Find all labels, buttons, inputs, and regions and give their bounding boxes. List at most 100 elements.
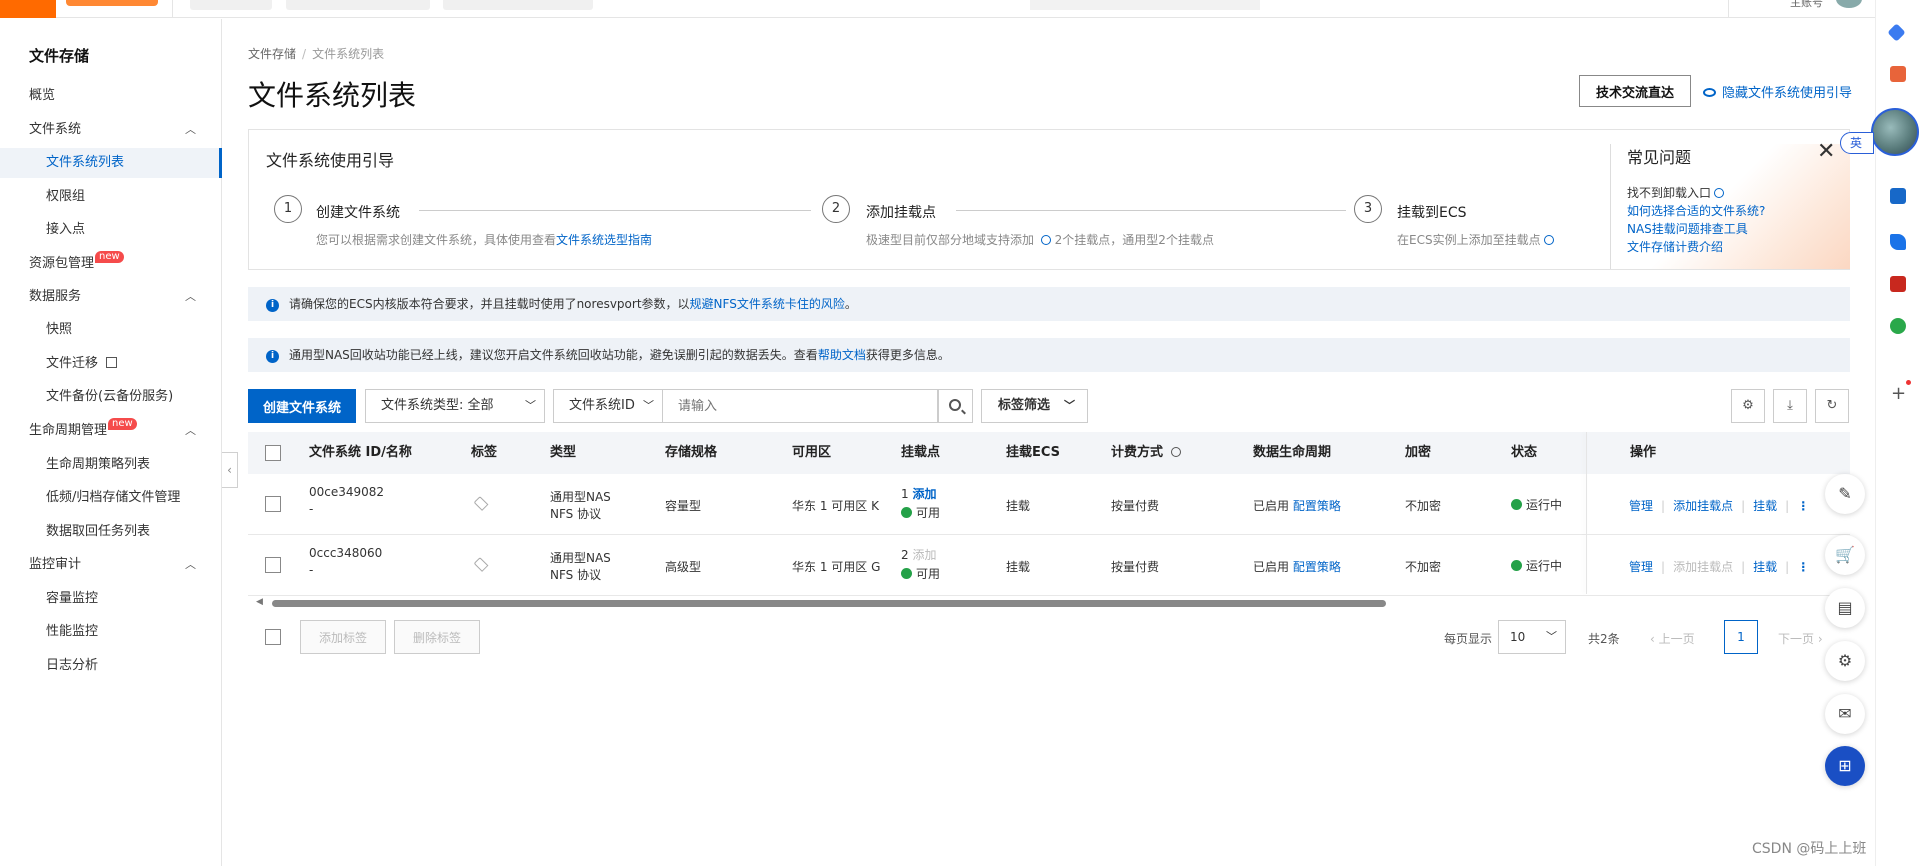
home-menu-icon[interactable]: [0, 0, 56, 18]
search-button[interactable]: [938, 389, 973, 423]
selection-guide-link[interactable]: 文件系统选型指南: [556, 233, 652, 247]
select-all-checkbox[interactable]: [265, 629, 281, 645]
select-value: 全部: [467, 398, 494, 413]
tag-icon[interactable]: [473, 557, 489, 572]
sidebar-item-snapshot[interactable]: 快照: [0, 315, 220, 345]
settings-icon[interactable]: ⚙: [1731, 389, 1765, 423]
help-doc-link[interactable]: 帮助文档: [818, 348, 866, 362]
next-page-button[interactable]: 下一页 ›: [1778, 630, 1823, 647]
top-nav-tab[interactable]: [286, 0, 430, 10]
manage-link[interactable]: 管理: [1629, 499, 1653, 513]
sidebar-group-file-system[interactable]: 文件系统 ︿: [0, 115, 220, 145]
account-label[interactable]: 主账号: [1790, 0, 1823, 10]
eye-off-icon: [1703, 88, 1716, 97]
help-icon[interactable]: [1170, 447, 1181, 457]
file-system-id-link[interactable]: 00ce349082: [309, 485, 384, 499]
user-avatar[interactable]: [1836, 0, 1862, 8]
sidebar-collapse-button[interactable]: ‹: [222, 452, 238, 488]
chat-app-icon[interactable]: [1890, 318, 1906, 334]
search-input[interactable]: [663, 389, 938, 423]
mount-link[interactable]: 挂载: [1753, 499, 1777, 513]
faq-item[interactable]: 找不到卸载入口: [1627, 184, 1725, 201]
faq-item[interactable]: 如何选择合适的文件系统?: [1627, 202, 1765, 219]
file-system-type-select[interactable]: 文件系统类型: 全部 ﹀: [365, 389, 545, 423]
edit-icon[interactable]: ✎: [1825, 474, 1865, 514]
cart-icon[interactable]: 🛒: [1825, 535, 1865, 575]
more-icon[interactable]: ⋮: [1797, 499, 1809, 513]
brand-logo[interactable]: [66, 0, 158, 6]
column-header[interactable]: 计费方式: [1111, 432, 1181, 474]
apps-grid-icon[interactable]: ⊞: [1825, 746, 1865, 786]
manage-link[interactable]: 管理: [1629, 560, 1653, 574]
create-file-system-button[interactable]: 创建文件系统: [248, 389, 356, 423]
sidebar-item-archive-files[interactable]: 低频/归档存储文件管理: [0, 483, 220, 513]
refresh-icon[interactable]: ↻: [1815, 389, 1849, 423]
sidebar-item-file-system-list[interactable]: 文件系统列表: [0, 148, 222, 178]
mount-link[interactable]: 挂载: [1753, 560, 1777, 574]
sidebar-item-permission-group[interactable]: 权限组: [0, 182, 220, 212]
faq-item[interactable]: NAS挂载问题排查工具: [1627, 220, 1748, 237]
search-field-select[interactable]: 文件系统ID ﹀: [553, 389, 663, 423]
tech-exchange-button[interactable]: 技术交流直达: [1579, 75, 1691, 107]
add-tag-button[interactable]: 添加标签: [300, 620, 386, 654]
top-nav-tab[interactable]: [190, 0, 272, 10]
sidebar-item-log-analysis[interactable]: 日志分析: [0, 651, 220, 681]
toolbox-icon[interactable]: [1890, 66, 1906, 82]
global-search-input[interactable]: [1030, 0, 1260, 10]
sidebar-item-retrieval-tasks[interactable]: 数据取回任务列表: [0, 517, 220, 547]
send-icon[interactable]: [1890, 234, 1906, 250]
configure-policy-link[interactable]: 配置策略: [1293, 560, 1341, 574]
notice-link[interactable]: 规避NFS文件系统卡住的风险: [690, 297, 845, 311]
breadcrumb-root[interactable]: 文件存储: [248, 47, 296, 61]
add-icon[interactable]: +: [1891, 383, 1906, 404]
sidebar-item-performance-monitor[interactable]: 性能监控: [0, 617, 220, 647]
top-nav-tab[interactable]: [443, 0, 593, 10]
configure-policy-link[interactable]: 配置策略: [1293, 499, 1341, 513]
sidebar-item-file-migration[interactable]: 文件迁移: [0, 349, 220, 379]
prev-page-button[interactable]: ‹ 上一页: [1650, 630, 1695, 647]
row-checkbox[interactable]: [265, 557, 281, 573]
more-icon[interactable]: ⋮: [1797, 560, 1809, 574]
download-icon[interactable]: ⤓: [1773, 389, 1807, 423]
page-size-select[interactable]: 10 ﹀: [1498, 620, 1566, 654]
sidebar-item-overview[interactable]: 概览: [0, 81, 220, 111]
tag-filter-button[interactable]: 标签筛选 ﹀: [981, 389, 1088, 423]
hide-guide-link[interactable]: 隐藏文件系统使用引导: [1703, 82, 1852, 101]
scrollbar-thumb[interactable]: [272, 600, 1386, 607]
mount-ecs-link[interactable]: 挂载: [1006, 497, 1030, 514]
sidebar-item-resource-package[interactable]: 资源包管理 new: [0, 249, 220, 279]
row-checkbox[interactable]: [265, 496, 281, 512]
scroll-left-icon[interactable]: ◀: [256, 597, 263, 607]
file-system-id-link[interactable]: 0ccc348060: [309, 546, 382, 560]
remove-tag-button[interactable]: 删除标签: [394, 620, 480, 654]
sidebar-item-file-backup[interactable]: 文件备份(云备份服务): [0, 382, 220, 412]
add-mount-link[interactable]: 添加: [912, 487, 936, 501]
mount-ecs-link[interactable]: 挂载: [1006, 558, 1030, 575]
sidebar-item-access-point[interactable]: 接入点: [0, 215, 220, 245]
page-number-current[interactable]: 1: [1724, 620, 1758, 654]
help-icon[interactable]: [1543, 235, 1554, 245]
mount-count: 1: [901, 487, 909, 501]
select-all-checkbox[interactable]: [265, 445, 281, 461]
assistant-avatar[interactable]: [1871, 108, 1919, 156]
sidebar-group-lifecycle[interactable]: 生命周期管理 new ︿: [0, 416, 220, 446]
help-icon[interactable]: [1040, 235, 1051, 245]
sidebar-group-data-service[interactable]: 数据服务 ︿: [0, 282, 220, 312]
column-header[interactable]: 文件系统 ID/名称: [309, 432, 412, 474]
sidebar-item-capacity-monitor[interactable]: 容量监控: [0, 584, 220, 614]
feedback-icon[interactable]: ✉: [1825, 694, 1865, 734]
app-icon[interactable]: [1890, 276, 1906, 292]
tag-icon[interactable]: [473, 496, 489, 511]
language-toggle[interactable]: 英: [1840, 132, 1874, 154]
add-mount-point-link[interactable]: 添加挂载点: [1673, 499, 1733, 513]
close-icon[interactable]: ✕: [1817, 140, 1835, 164]
sidebar-item-lifecycle-policy[interactable]: 生命周期策略列表: [0, 450, 220, 480]
sidebar-group-monitoring[interactable]: 监控审计 ︿: [0, 550, 220, 580]
document-icon[interactable]: ▤: [1825, 588, 1865, 628]
outlook-icon[interactable]: [1890, 188, 1906, 204]
tag-tool-icon[interactable]: [1887, 23, 1906, 42]
horizontal-scrollbar[interactable]: ◀: [256, 597, 1386, 607]
settings-icon[interactable]: ⚙: [1825, 641, 1865, 681]
faq-item[interactable]: 文件存储计费介绍: [1627, 238, 1723, 255]
watermark: CSDN @码上上班: [1752, 841, 1867, 857]
